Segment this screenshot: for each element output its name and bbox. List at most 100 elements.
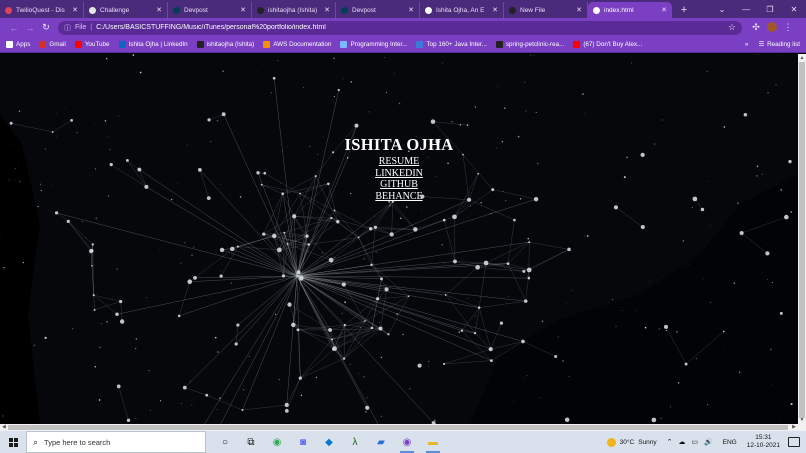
bookmark-item[interactable]: Top 160+ Java Inter... xyxy=(416,41,487,48)
close-tab-icon[interactable]: ✕ xyxy=(324,6,330,14)
scroll-down-arrow[interactable]: ▼ xyxy=(798,417,806,423)
close-window-button[interactable]: ✕ xyxy=(782,5,806,14)
network-node xyxy=(298,276,304,281)
horizontal-scroll-thumb[interactable] xyxy=(8,425,788,430)
reading-list-button[interactable]: Reading list xyxy=(767,41,800,48)
tab-search-button[interactable]: ⌄ xyxy=(710,5,734,14)
close-tab-icon[interactable]: ✕ xyxy=(72,6,78,14)
scroll-right-arrow[interactable]: ▶ xyxy=(792,424,796,430)
bookmark-item[interactable]: Ishita Ojha | LinkedIn xyxy=(118,41,188,48)
cortana-icon[interactable]: ○ xyxy=(212,431,238,453)
browser-tab[interactable]: ishitaojha (Ishita) ✕ xyxy=(252,2,336,18)
horizontal-scrollbar[interactable]: ◀ ▶ xyxy=(0,424,806,431)
bookmark-item[interactable]: Apps xyxy=(6,41,30,48)
chrome-active-icon[interactable]: ◉ xyxy=(394,431,420,453)
lambda-app-icon[interactable]: λ xyxy=(342,431,368,453)
star xyxy=(380,415,383,418)
network-line xyxy=(194,248,233,279)
browser-tab[interactable]: Challenge ✕ xyxy=(84,2,168,18)
vscode-icon[interactable]: ◆ xyxy=(316,431,342,453)
reload-button[interactable]: ↻ xyxy=(38,20,54,36)
extensions-icon[interactable]: ✣ xyxy=(748,22,764,33)
chrome-icon[interactable]: ◉ xyxy=(264,431,290,453)
bookmarks-overflow-button[interactable]: » xyxy=(745,41,749,48)
bookmark-star-icon[interactable]: ☆ xyxy=(728,22,736,33)
network-node xyxy=(271,233,277,239)
close-tab-icon[interactable]: ✕ xyxy=(408,6,414,14)
new-tab-button[interactable]: + xyxy=(676,2,692,18)
star xyxy=(64,106,66,108)
input-language[interactable]: ENG xyxy=(723,439,737,446)
reading-list-icon[interactable]: ☰ xyxy=(758,41,764,48)
star xyxy=(359,326,361,328)
network-node xyxy=(205,393,209,397)
linkedin-link[interactable]: LINKEDIN xyxy=(0,168,798,180)
browser-tab[interactable]: index.html ✕ xyxy=(588,2,672,18)
close-tab-icon[interactable]: ✕ xyxy=(240,6,246,14)
star xyxy=(582,93,584,95)
close-tab-icon[interactable]: ✕ xyxy=(492,6,498,14)
bookmark-item[interactable]: AWS Documentation xyxy=(263,41,331,48)
star xyxy=(248,355,250,357)
clock[interactable]: 15:31 12-10-2021 xyxy=(747,434,780,450)
notifications-icon[interactable] xyxy=(788,437,800,447)
network-node xyxy=(177,314,181,318)
bookmark-item[interactable]: ishitaojha (Ishita) xyxy=(196,41,254,48)
network-line xyxy=(209,114,224,121)
discord-icon[interactable]: ◙ xyxy=(290,431,316,453)
browser-tab[interactable]: Devpost ✕ xyxy=(336,2,420,18)
network-line xyxy=(444,349,491,365)
browser-tab[interactable]: TwilioQuest - Dis ✕ xyxy=(0,2,84,18)
tray-icons[interactable]: ⌃ ☁ ▭ 🔊 xyxy=(667,438,715,446)
network-line xyxy=(232,248,298,277)
task-view-icon[interactable]: ⧉ xyxy=(238,431,264,453)
menu-kebab-icon[interactable]: ⋮ xyxy=(780,22,796,33)
weather-widget[interactable]: 30°C Sunny xyxy=(606,437,657,447)
network-node xyxy=(370,326,374,330)
scroll-up-arrow[interactable]: ▲ xyxy=(798,55,806,61)
browser-tab[interactable]: Ishita Ojha, An E ✕ xyxy=(420,2,504,18)
profile-avatar[interactable] xyxy=(764,21,780,34)
back-button[interactable]: ← xyxy=(6,20,22,36)
file-explorer-icon[interactable]: ▬ xyxy=(420,431,446,453)
network-line xyxy=(296,275,373,329)
network-line xyxy=(286,378,301,411)
star xyxy=(94,123,96,125)
star xyxy=(368,111,370,113)
network-line xyxy=(364,320,389,335)
restore-button[interactable]: ❐ xyxy=(758,5,782,14)
bookmark-item[interactable]: Programming Inter... xyxy=(340,41,407,48)
site-info-icon[interactable]: ⓘ xyxy=(64,23,71,33)
bookmark-item[interactable]: Gmail xyxy=(39,41,66,48)
star xyxy=(702,278,704,280)
star xyxy=(100,322,103,325)
github-link[interactable]: GITHUB xyxy=(0,179,798,191)
tab-title: Ishita Ojha, An E xyxy=(436,6,485,14)
close-tab-icon[interactable]: ✕ xyxy=(156,6,162,14)
network-node xyxy=(384,287,389,292)
network-node xyxy=(567,247,571,252)
close-tab-icon[interactable]: ✕ xyxy=(576,6,582,14)
vertical-scrollbar[interactable]: ▲ ▼ xyxy=(798,54,806,424)
scroll-left-arrow[interactable]: ◀ xyxy=(2,424,6,430)
bookmark-item[interactable]: YouTube xyxy=(74,41,110,48)
taskbar-search[interactable]: ⌕ Type here to search xyxy=(26,431,206,453)
minimize-button[interactable]: — xyxy=(734,5,758,14)
star xyxy=(474,106,476,108)
network-node xyxy=(527,276,531,280)
bookmark-item[interactable]: (67) Don't Buy Alex... xyxy=(573,41,642,48)
browser-tab[interactable]: Devpost ✕ xyxy=(168,2,252,18)
url-text[interactable]: C:/Users/BASICSTUFFING/Music/iTunes/pers… xyxy=(96,24,728,31)
address-bar[interactable]: ⓘ File | C:/Users/BASICSTUFFING/Music/iT… xyxy=(58,20,742,35)
browser-tab[interactable]: New File ✕ xyxy=(504,2,588,18)
close-tab-icon[interactable]: ✕ xyxy=(661,6,667,14)
network-node xyxy=(523,299,528,303)
vertical-scroll-thumb[interactable] xyxy=(799,62,805,418)
behance-link[interactable]: BEHANCE xyxy=(0,191,798,203)
store-icon[interactable]: ▰ xyxy=(368,431,394,453)
start-button[interactable] xyxy=(0,431,26,453)
bookmark-item[interactable]: spring-petclinic-rea... xyxy=(495,41,564,48)
forward-button[interactable]: → xyxy=(22,20,38,36)
star xyxy=(220,270,221,271)
resume-link[interactable]: RESUME xyxy=(0,156,798,168)
